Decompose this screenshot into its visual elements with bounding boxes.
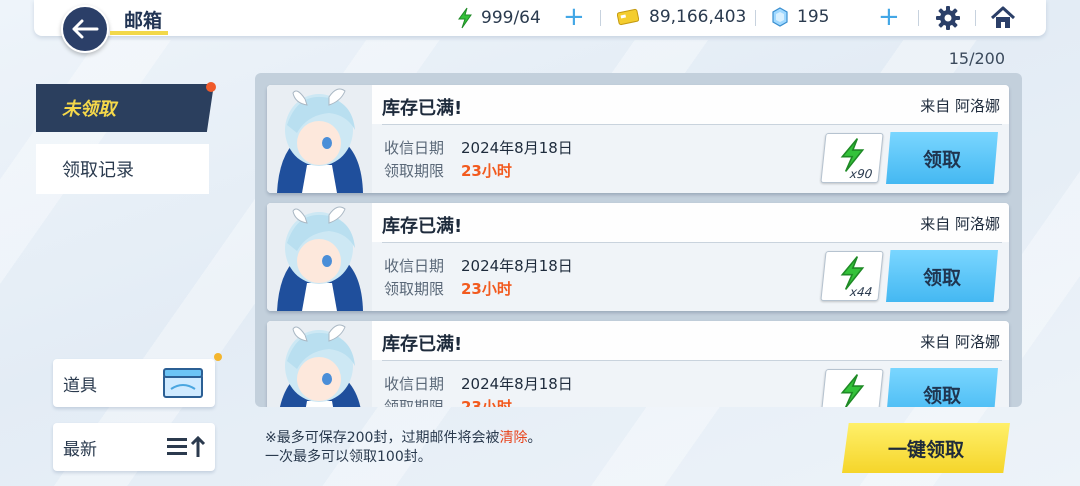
gem-display: 195 — [771, 7, 829, 27]
gold-display: 89,166,403 — [617, 7, 746, 27]
arona-avatar-icon — [267, 203, 372, 311]
sort-button[interactable]: 最新 — [53, 423, 215, 471]
mail-sender: 来自 阿洛娜 — [920, 97, 1000, 115]
received-label: 收信日期 — [384, 375, 445, 393]
mail-divider — [382, 242, 1002, 243]
credit-card-icon — [617, 8, 639, 26]
expire-label: 领取期限 — [384, 162, 445, 180]
received-date: 2024年8月18日 — [461, 257, 573, 275]
reward-quantity: x90 — [849, 167, 874, 181]
title-underline — [110, 31, 168, 35]
mail-title: 库存已满! — [382, 334, 463, 355]
filter-label: 道具 — [63, 375, 97, 396]
reward-item[interactable] — [820, 369, 884, 407]
mail-divider — [382, 360, 1002, 361]
sort-label: 最新 — [63, 439, 97, 460]
stamina-icon — [840, 374, 865, 407]
note-text: ※最多可保存200封，过期邮件将会被 — [265, 430, 500, 446]
mail-sender: 来自 阿洛娜 — [920, 215, 1000, 233]
mail-item[interactable]: 库存已满! 来自 阿洛娜 收信日期 2024年8月18日 领取期限 23小时 x… — [267, 203, 1009, 311]
expire-value: 23小时 — [461, 162, 512, 180]
divider — [600, 10, 601, 26]
mail-list-panel[interactable]: 库存已满! 来自 阿洛娜 收信日期 2024年8月18日 领取期限 23小时 x… — [255, 73, 1022, 407]
tab-claim-history[interactable]: 领取记录 — [36, 144, 209, 194]
stamina-display: 999/64 — [457, 7, 541, 29]
stamina-value: 999/64 — [481, 8, 541, 28]
gear-icon[interactable] — [935, 5, 961, 31]
arona-avatar-icon — [267, 321, 372, 407]
storage-note: ※最多可保存200封，过期邮件将会被清除。 — [265, 427, 541, 447]
arrow-left-icon — [72, 19, 99, 39]
mail-item[interactable]: 库存已满! 来自 阿洛娜 收信日期 2024年8月18日 领取期限 23小时 领… — [267, 321, 1009, 407]
claim-all-button[interactable]: 一键领取 — [842, 423, 1010, 473]
reward-item[interactable]: x44 — [820, 251, 884, 301]
stamina-icon — [458, 7, 472, 29]
mail-sender: 来自 阿洛娜 — [920, 333, 1000, 351]
mail-item[interactable]: 库存已满! 来自 阿洛娜 收信日期 2024年8月18日 领取期限 23小时 x… — [267, 85, 1009, 193]
page-title: 邮箱 — [124, 10, 163, 32]
received-label: 收信日期 — [384, 257, 445, 275]
arona-avatar-icon — [267, 85, 372, 193]
received-date: 2024年8月18日 — [461, 375, 573, 393]
claim-button[interactable]: 领取 — [886, 368, 998, 407]
back-button[interactable] — [61, 5, 109, 53]
expire-label: 领取期限 — [384, 280, 445, 298]
filter-button[interactable]: 道具 — [53, 359, 215, 407]
divider — [975, 10, 976, 26]
expire-label: 领取期限 — [384, 398, 445, 407]
divider — [755, 10, 756, 26]
mail-title: 库存已满! — [382, 98, 463, 119]
note-highlight: 清除 — [499, 430, 528, 446]
expire-value: 23小时 — [461, 280, 512, 298]
claim-limit-note: 一次最多可以领取100封。 — [265, 449, 432, 465]
add-gem-button[interactable]: + — [878, 4, 900, 30]
gem-value: 195 — [797, 7, 830, 27]
tab-label: 未领取 — [62, 99, 116, 120]
add-stamina-button[interactable]: + — [563, 4, 585, 30]
claim-button[interactable]: 领取 — [886, 250, 998, 302]
tab-unclaimed[interactable]: 未领取 — [36, 84, 214, 132]
gem-icon — [772, 7, 788, 27]
sort-icon — [167, 435, 206, 457]
received-date: 2024年8月18日 — [461, 139, 573, 157]
notification-dot — [206, 82, 216, 92]
received-label: 收信日期 — [384, 139, 445, 157]
claim-button[interactable]: 领取 — [886, 132, 998, 184]
notification-dot — [214, 353, 222, 361]
note-text: 。 — [527, 430, 542, 446]
mail-count: 15/200 — [948, 49, 1005, 68]
divider — [918, 10, 919, 26]
reward-item[interactable]: x90 — [820, 133, 884, 183]
mail-title: 库存已满! — [382, 216, 463, 237]
mail-divider — [382, 124, 1002, 125]
expire-value: 23小时 — [461, 398, 512, 407]
gold-value: 89,166,403 — [649, 7, 747, 27]
home-icon[interactable] — [990, 5, 1016, 31]
tab-label: 领取记录 — [62, 160, 134, 181]
reward-quantity: x44 — [849, 285, 874, 299]
box-icon — [163, 368, 203, 398]
